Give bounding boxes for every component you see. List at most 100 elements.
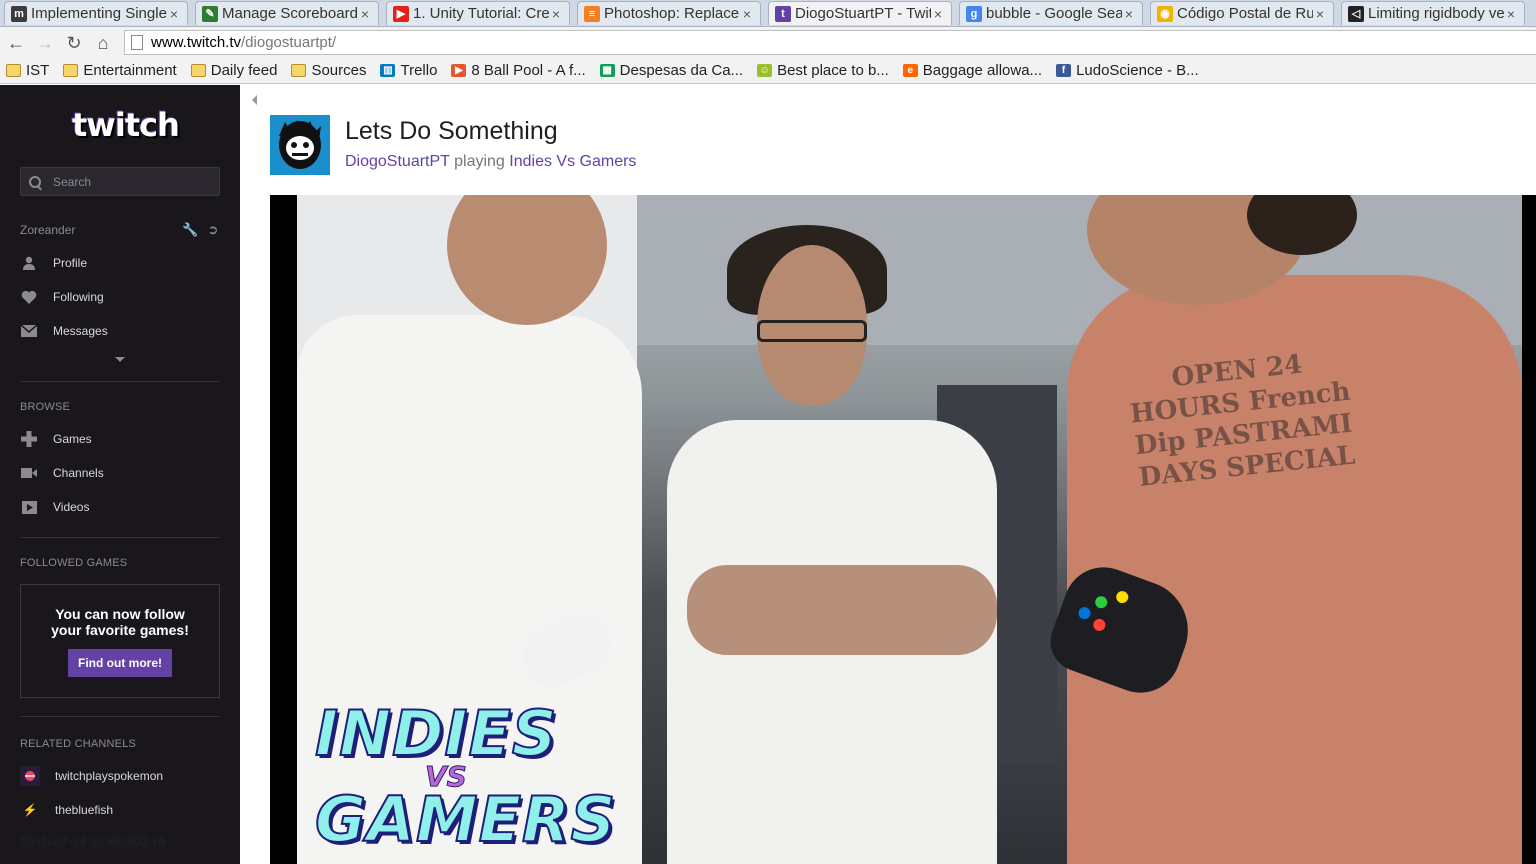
video-frame[interactable]: OPEN 24 HOURS French Dip PASTRAMI DAYS S… [297,195,1522,864]
map-icon: ◉ [1157,5,1173,22]
tab-title: Implementing Single [31,5,167,22]
nav-videos[interactable]: Videos [20,497,220,517]
browser-tab[interactable]: m Implementing Single × [4,1,188,25]
nav-games-label: Games [53,432,92,446]
tab-title: Photoshop: Replace [604,5,740,22]
search-icon [29,175,41,188]
unity-icon: ◁ [1348,5,1364,22]
follow-games-promo: You can now follow your favorite games! … [20,584,220,698]
close-icon[interactable]: × [1122,6,1136,22]
browser-tab[interactable]: t DiogoStuartPT - Twit × [768,1,952,25]
game-icon: ▶ [451,64,467,77]
stack-icon: ≡ [584,5,600,22]
browser-tab[interactable]: ◉ Código Postal de Ru × [1150,1,1334,25]
username[interactable]: Zoreander [20,223,172,237]
folder-icon [190,64,206,77]
easyjet-icon: e [902,64,918,77]
close-icon[interactable]: × [549,6,563,22]
person-middle-glasses [757,320,867,342]
tab-title: DiogoStuartPT - Twit [795,5,931,22]
youtube-icon: ▶ [393,5,409,22]
bookmark-label: Entertainment [83,62,177,79]
related-channel-item[interactable]: ⚡ thebluefish [20,799,220,821]
promo-line-1: You can now follow [55,606,185,622]
bookmark-item[interactable]: e Baggage allowa... [902,62,1042,79]
bookmark-item[interactable]: ▥ Trello [380,62,437,79]
bookmark-item[interactable]: Entertainment [63,62,177,79]
channel-title: Lets Do Something [345,117,558,145]
bookmark-label: LudoScience - B... [1076,62,1199,79]
forward-icon[interactable]: → [33,31,57,55]
bookmark-label: Best place to b... [777,62,889,79]
browser-tab[interactable]: ✎ Manage Scoreboards × [195,1,379,25]
address-bar[interactable]: www.twitch.tv/diogostuartpt/ [124,30,1536,55]
url-path: /diogostuartpt/ [241,34,337,51]
find-out-more-button[interactable]: Find out more! [68,649,172,677]
nav-videos-label: Videos [53,500,90,514]
logout-icon[interactable]: ➲ [206,223,220,237]
user-row: Zoreander 🔧 ➲ [20,222,220,238]
bookmark-item[interactable]: Daily feed [190,62,277,79]
divider [20,381,220,382]
browser-tab[interactable]: g bubble - Google Sea × [959,1,1143,25]
close-icon[interactable]: × [1504,6,1518,22]
gamepad-icon [20,431,38,447]
browser-tab-strip: m Implementing Single × ✎ Manage Scoreboards… [0,0,1536,27]
url-host: www.twitch.tv [151,34,242,51]
pokemon-avatar [20,766,40,786]
folder-icon [291,64,307,77]
bookmark-item[interactable]: ▦ Despesas da Ca... [599,62,743,79]
bookmark-item[interactable]: ☺ Best place to b... [757,62,889,79]
bookmark-item[interactable]: f LudoScience - B... [1056,62,1199,79]
twitch-logo[interactable]: twitch [72,103,180,147]
envelope-icon [20,324,38,338]
nav-following-label: Following [53,290,104,304]
indies-vs-gamers-logo: INDIES VS GAMERS [314,702,617,863]
collapse-sidebar-icon[interactable] [252,95,257,105]
bookmark-item[interactable]: ▶ 8 Ball Pool - A f... [451,62,586,79]
back-icon[interactable]: ← [4,31,28,55]
nav-following[interactable]: Following [20,287,220,307]
reload-icon[interactable]: ↻ [62,31,86,55]
tab-title: bubble - Google Sea [986,5,1122,22]
game-link[interactable]: Indies Vs Gamers [509,153,636,170]
close-icon[interactable]: × [358,6,372,22]
facebook-icon: f [1056,64,1072,77]
broadcaster-link[interactable]: DiogoStuartPT [345,153,450,170]
heart-icon [20,290,38,304]
editor-icon: ✎ [202,5,218,22]
browser-tab[interactable]: ◁ Limiting rigidbody ve × [1341,1,1525,25]
bookmark-item[interactable]: IST [6,62,49,79]
logo-word-gamers: GAMERS [314,783,617,856]
nav-channels-label: Channels [53,466,104,480]
nav-games[interactable]: Games [20,429,220,449]
trello-icon: ▥ [380,64,396,77]
bookmark-label: Sources [311,62,367,79]
browser-tab[interactable]: ▶ 1. Unity Tutorial: Cre × [386,1,570,25]
channel-avatar[interactable] [270,115,330,175]
chevron-down-icon[interactable] [115,357,125,362]
bookmark-item[interactable]: Sources [291,62,366,79]
camera-icon [20,466,38,480]
related-channel-item[interactable]: twitchplayspokemon [20,765,220,787]
folder-icon [63,64,79,77]
nav-messages[interactable]: Messages [20,321,220,341]
video-player[interactable]: OPEN 24 HOURS French Dip PASTRAMI DAYS S… [270,195,1536,864]
playing-text: playing [454,153,505,170]
close-icon[interactable]: × [1313,6,1327,22]
wrench-icon[interactable]: 🔧 [182,223,198,237]
close-icon[interactable]: × [931,6,945,22]
tab-title: Limiting rigidbody ve [1368,5,1504,22]
nav-channels[interactable]: Channels [20,463,220,483]
close-icon[interactable]: × [740,6,754,22]
related-channel-name: twitchplayspokemon [55,769,164,783]
search-field[interactable] [20,167,220,196]
nav-profile[interactable]: Profile [20,253,220,273]
browser-tab[interactable]: ≡ Photoshop: Replace × [577,1,761,25]
search-input[interactable] [53,174,203,189]
close-icon[interactable]: × [167,6,181,22]
timestamp: 2015-07-18 22:48:500.76 [20,834,167,849]
page-icon [131,35,143,50]
home-icon[interactable]: ⌂ [91,31,115,55]
browse-title: BROWSE [20,401,71,413]
